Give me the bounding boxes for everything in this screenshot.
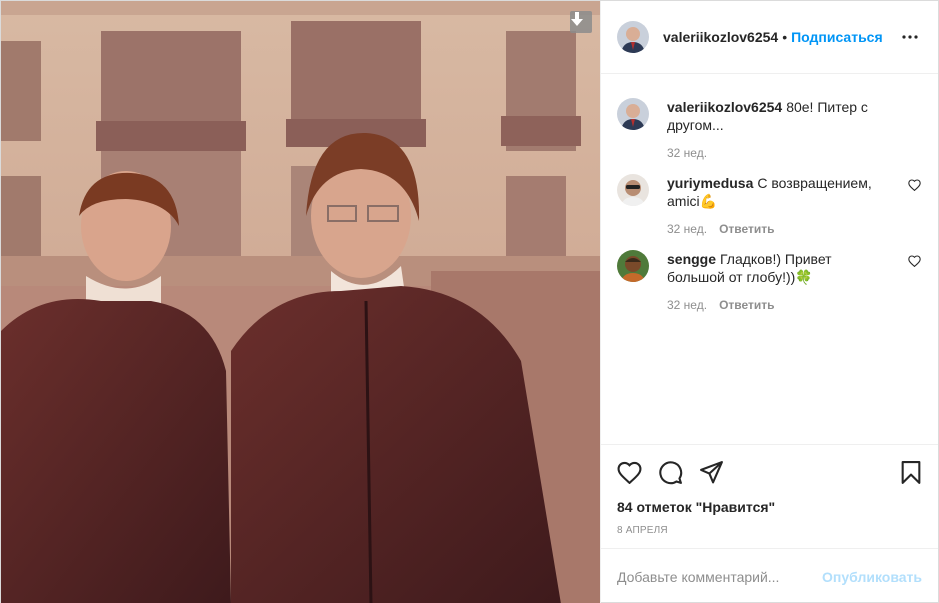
separator-dot: • [782,29,788,45]
comment-meta: 32 нед. Ответить [667,298,892,312]
post-photo[interactable] [1,1,600,603]
comment-body: valeriikozlov6254 80е! Питер с другом... … [667,98,892,160]
post-actions: 84 отметок "Нравится" 8 АПРЕЛЯ [601,444,938,548]
reply-button[interactable]: Ответить [719,298,774,312]
post-panel: valeriikozlov6254 • Подписаться valeriik… [600,1,938,603]
comment-text-wrap: sengge Гладков!) Привет большой от глобу!… [667,250,892,286]
post-header: valeriikozlov6254 • Подписаться [601,1,938,74]
comment-username[interactable]: sengge [667,251,716,267]
comment-meta: 32 нед. [667,146,892,160]
caption: valeriikozlov6254 80е! Питер с другом... … [617,98,922,160]
comment-input[interactable] [617,568,823,585]
comment-username[interactable]: valeriikozlov6254 [667,99,782,115]
author-username[interactable]: valeriikozlov6254 [663,29,778,45]
heart-icon[interactable] [908,254,922,268]
comment-text-wrap: yuriymedusa С возвращением, amici💪 [667,174,892,210]
instagram-post: valeriikozlov6254 • Подписаться valeriik… [0,0,939,603]
comment-bubble-icon[interactable] [658,460,683,490]
commenter-avatar[interactable] [617,250,649,282]
author-avatar[interactable] [617,21,649,53]
post-date[interactable]: 8 АПРЕЛЯ [617,525,922,536]
share-plane-icon[interactable] [699,460,724,490]
add-comment-bar: Опубликовать [601,548,938,603]
comment-item: yuriymedusa С возвращением, amici💪 32 нед… [617,174,922,236]
commenter-avatar[interactable] [617,98,649,130]
more-options-icon[interactable] [898,25,922,49]
comment-time[interactable]: 32 нед. [667,298,707,312]
comment-time[interactable]: 32 нед. [667,222,707,236]
comments-list: valeriikozlov6254 80е! Питер с другом... … [601,74,938,444]
action-icons [617,455,922,495]
comment-time[interactable]: 32 нед. [667,146,707,160]
comment-item: sengge Гладков!) Привет большой от глобу!… [617,250,922,312]
comment-username[interactable]: yuriymedusa [667,175,753,191]
heart-icon[interactable] [908,178,922,192]
publish-button[interactable]: Опубликовать [822,569,922,585]
comment-body: sengge Гладков!) Привет большой от глобу!… [667,250,892,312]
photo-image [1,1,600,603]
comment-body: yuriymedusa С возвращением, amici💪 32 нед… [667,174,892,236]
comment-meta: 32 нед. Ответить [667,222,892,236]
commenter-avatar[interactable] [617,174,649,206]
follow-button[interactable]: Подписаться [791,29,883,45]
reply-button[interactable]: Ответить [719,222,774,236]
comment-text-wrap: valeriikozlov6254 80е! Питер с другом... [667,98,892,134]
bookmark-icon[interactable] [900,460,922,490]
like-heart-icon[interactable] [617,461,642,489]
download-icon[interactable] [570,11,592,33]
likes-count[interactable]: 84 отметок "Нравится" [617,499,922,515]
